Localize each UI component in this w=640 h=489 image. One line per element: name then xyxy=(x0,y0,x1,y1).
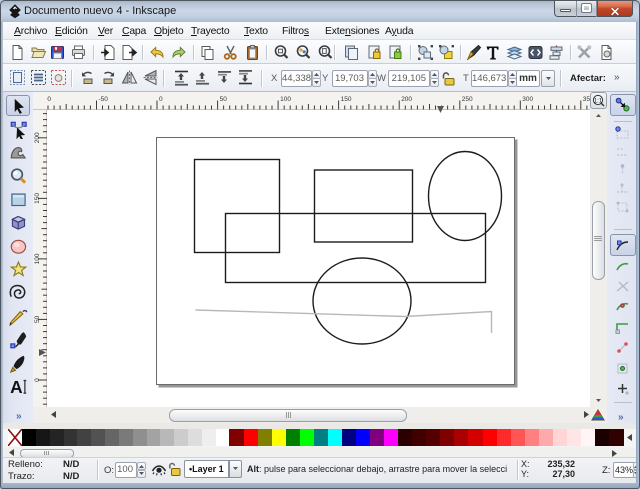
svg-text:50: 50 xyxy=(220,96,228,103)
svg-text:1:1: 1:1 xyxy=(594,98,603,104)
svg-text:250: 250 xyxy=(462,96,473,103)
svg-text:100: 100 xyxy=(280,96,291,103)
svg-text:150: 150 xyxy=(34,193,41,204)
svg-text:A: A xyxy=(10,377,22,396)
svg-text:300: 300 xyxy=(522,96,533,103)
svg-text:150: 150 xyxy=(341,96,352,103)
svg-text:50: 50 xyxy=(34,315,41,323)
svg-text:0: 0 xyxy=(34,378,41,382)
svg-text:200: 200 xyxy=(34,132,41,143)
svg-text:200: 200 xyxy=(401,96,412,103)
svg-text:350: 350 xyxy=(583,96,590,103)
svg-text:100: 100 xyxy=(34,253,41,264)
svg-text:-50: -50 xyxy=(99,96,109,103)
svg-text:0: 0 xyxy=(159,96,163,103)
